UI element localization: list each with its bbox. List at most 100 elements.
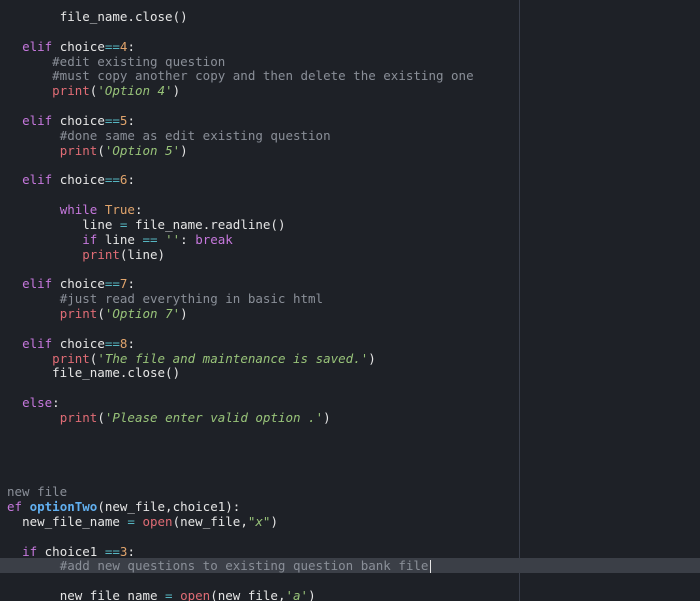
code-line[interactable]: line = file_name.readline() [0,217,285,232]
code-line[interactable]: elif choice==5: [0,113,135,128]
code-line[interactable] [0,261,7,276]
comment: #add new questions to existing question … [59,558,429,574]
keyword: if [82,231,98,247]
code-line[interactable]: file_name.close() [0,365,180,380]
text-cursor [430,560,432,574]
comment: new file [7,484,68,500]
code-line[interactable] [0,158,7,173]
string-literal: "x" [247,513,271,529]
builtin-call: print [59,306,98,321]
code-line[interactable] [0,98,7,113]
keyword: elif [22,112,53,128]
code-line[interactable]: print('Option 7') [0,306,188,321]
keyword: break [195,231,233,247]
keyword: while [59,202,98,218]
code-text: ) [270,513,278,529]
code-line[interactable] [0,469,7,484]
code-text: choice1 [37,543,105,559]
code-line[interactable] [0,321,7,336]
code-line[interactable]: elif choice==8: [0,336,135,351]
operator: == [104,335,120,351]
code-line[interactable]: new file [0,484,67,499]
code-text: choice [52,276,105,292]
code-line[interactable]: if choice1 ==3: [0,544,135,559]
comment: #must copy another copy and then delete … [52,68,474,84]
code-line[interactable]: if line == '': break [0,232,233,247]
code-text: : [127,38,135,54]
code-line[interactable]: #just read everything in basic html [0,291,323,306]
code-line[interactable]: #done same as edit existing question [0,128,331,143]
code-editor[interactable]: file_name.close() elif choice==4: #edit … [0,0,700,601]
code-line[interactable] [0,187,7,202]
code-text: : [180,231,196,247]
code-line[interactable] [0,380,7,395]
string-literal: 'a' [285,588,309,601]
code-line[interactable]: print(line) [0,247,165,262]
code-line[interactable]: print('Option 4') [0,83,180,98]
operator: = [127,513,135,529]
code-line[interactable] [0,529,7,544]
code-line[interactable] [0,573,7,588]
code-text: : [127,543,135,559]
code-text: file_name.close() [52,365,181,381]
keyword: elif [22,172,53,188]
code-line[interactable]: ef optionTwo(new_file,choice1): [0,499,240,514]
string-literal: 'Option 7' [104,306,181,321]
keyword: elif [22,276,53,292]
code-text: ( [97,409,105,425]
code-line[interactable] [0,440,7,455]
code-line[interactable]: elif choice==7: [0,276,135,291]
operator: == [142,231,158,247]
builtin-call: open [180,588,211,601]
code-line[interactable]: #must copy another copy and then delete … [0,68,474,84]
code-text: file_name.readline() [127,216,286,232]
code-line[interactable]: else: [0,395,60,410]
code-line[interactable]: print('The file and maintenance is saved… [0,351,376,366]
code-line[interactable] [0,24,7,39]
code-line[interactable]: print('Please enter valid option .') [0,410,331,425]
code-line[interactable] [0,455,7,470]
code-line[interactable]: new_file_name = open(new_file,'a') [0,588,316,601]
operator: == [104,172,120,188]
code-text: file_name.close() [59,9,188,24]
code-line[interactable] [0,425,7,440]
code-line[interactable]: while True: [0,202,143,217]
current-code-line[interactable]: #add new questions to existing question … [0,558,700,574]
code-line[interactable]: new_file_name = open(new_file,"x") [0,514,278,529]
keyword: if [22,543,38,559]
code-line[interactable]: file_name.close() [0,9,188,24]
code-line[interactable]: elif choice==4: [0,39,135,54]
string-literal: 'Please enter valid option .' [104,409,324,425]
code-line[interactable]: print('Option 5') [0,143,188,158]
code-line[interactable]: elif choice==6: [0,172,135,187]
builtin-call: open [142,513,173,529]
comment: #just read everything in basic html [59,291,324,307]
string-literal: '' [165,231,181,247]
operator: == [104,543,120,559]
code-line[interactable]: #edit existing question [0,54,225,69]
code-text: ) [308,588,316,601]
code-text: : [52,395,60,411]
operator: = [165,588,173,601]
